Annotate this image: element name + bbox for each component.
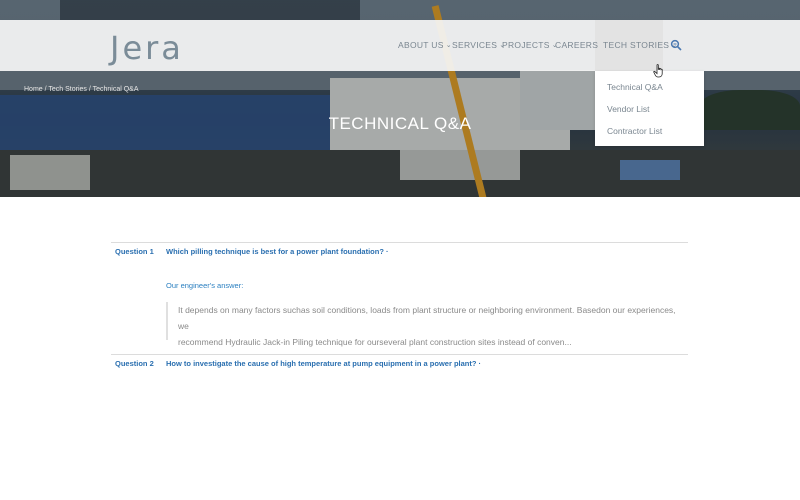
answer-text-line: It depends on many factors suchas soil c… (178, 305, 676, 331)
hand-cursor-icon (653, 64, 663, 78)
question-label: Question 1 (115, 247, 154, 256)
dropdown-item-technical-qa[interactable]: Technical Q&A (607, 82, 663, 92)
question-label: Question 2 (115, 359, 154, 368)
breadcrumb[interactable]: Home / Tech Stories / Technical Q&A (24, 86, 139, 93)
nav-item-projects[interactable]: PROJECTS ⌄ (502, 40, 558, 50)
nav-item-careers[interactable]: CAREERS (555, 40, 598, 50)
answer-quote: It depends on many factors suchas soil c… (166, 302, 686, 347)
nav-item-tech-stories[interactable]: TECH STORIES ⌄ (603, 40, 677, 50)
search-icon[interactable] (670, 39, 682, 51)
nav-item-services[interactable]: SERVICES ⌄ (452, 40, 505, 50)
divider (111, 242, 688, 243)
tech-stories-dropdown: Technical Q&A Vendor List Contractor Lis… (595, 71, 704, 146)
nav-item-about-us[interactable]: ABOUT US ⌄ (398, 40, 452, 50)
site-header: Jera ABOUT US ⌄ SERVICES ⌄ PROJECTS ⌄ CA… (0, 20, 800, 71)
answer-label: Our engineer's answer: (166, 281, 244, 290)
chevron-down-icon: ⌄ (445, 42, 452, 49)
question-link[interactable]: How to investigate the cause of high tem… (166, 359, 481, 368)
dropdown-item-vendor-list[interactable]: Vendor List (607, 104, 650, 114)
dropdown-item-contractor-list[interactable]: Contractor List (607, 126, 662, 136)
question-link[interactable]: Which pilling technique is best for a po… (166, 247, 389, 256)
answer-text-line: recommend Hydraulic Jack-in Piling techn… (178, 337, 572, 347)
jera-logo[interactable]: Jera (110, 29, 184, 67)
divider (111, 354, 688, 355)
